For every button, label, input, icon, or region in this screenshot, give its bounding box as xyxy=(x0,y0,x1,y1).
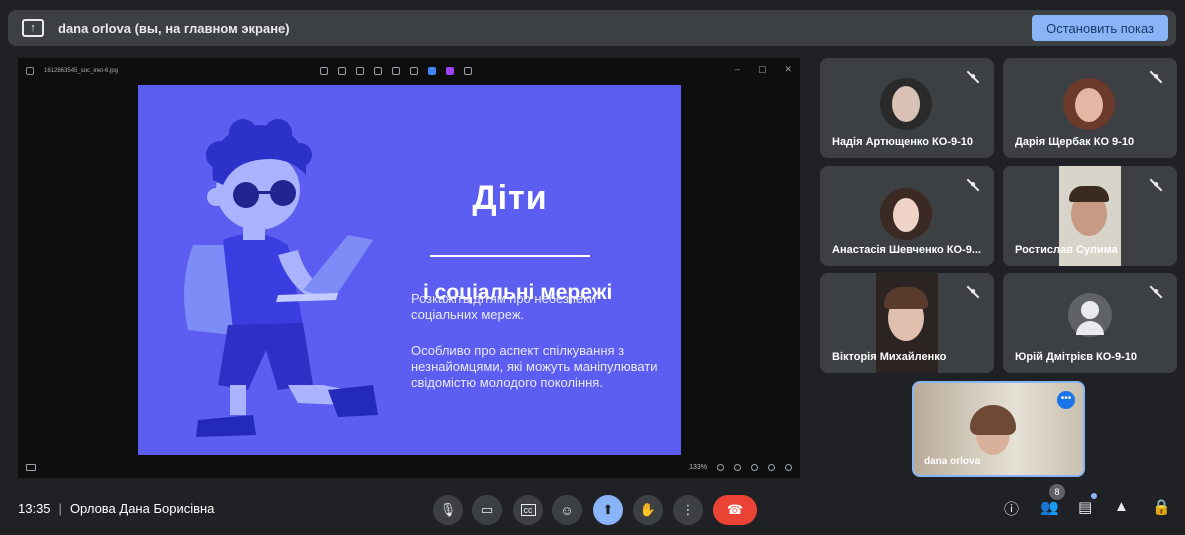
minimize-icon: – xyxy=(734,64,740,74)
favorite-icon xyxy=(374,67,382,75)
more-options-icon xyxy=(464,67,472,75)
emoji-button[interactable]: ☺ xyxy=(552,495,582,525)
participant-name: Юрій Дмітрієв КО-9-10 xyxy=(1015,351,1137,363)
slide-title-underline xyxy=(430,255,590,257)
mic-off-icon: ● xyxy=(966,70,980,84)
present-screen-icon: ↑ xyxy=(22,19,44,37)
slide-image: Діти і соціальні мережі Розкажіть дітям … xyxy=(138,85,681,455)
close-icon: ✕ xyxy=(784,64,792,74)
stop-presenting-button[interactable]: Остановить показ xyxy=(1032,15,1168,41)
more-options-button[interactable]: ⋮ xyxy=(673,495,703,525)
participant-tile[interactable]: ● Надія Артющенко КО-9-10 xyxy=(820,58,994,158)
mic-off-icon: ● xyxy=(1149,285,1163,299)
rotate-icon xyxy=(338,67,346,75)
mic-off-icon: ● xyxy=(1149,70,1163,84)
mic-off-icon: ● xyxy=(1149,178,1163,192)
clock-time: 13:35 xyxy=(18,501,51,516)
end-call-button[interactable]: ☎ xyxy=(713,495,757,525)
present-button[interactable]: ⬆ xyxy=(593,495,623,525)
participants-count-badge: 8 xyxy=(1049,484,1065,500)
viewer-file-name: 1612863545_soc_inet-6.jpg xyxy=(44,68,119,74)
cloud-icon xyxy=(428,67,436,75)
participant-tile[interactable]: ● Дарія Щербак КО 9-10 xyxy=(1003,58,1177,158)
viewer-window-controls: – ▢ ✕ xyxy=(735,64,792,75)
viewer-app-icon xyxy=(26,67,34,75)
raise-hand-button[interactable]: ✋ xyxy=(633,495,663,525)
zoom-in-icon xyxy=(734,463,741,471)
meeting-info: 13:35 | Орлова Дана Борисівна xyxy=(18,501,214,516)
mic-button[interactable]: 🎙 xyxy=(433,495,463,525)
participant-tile[interactable]: ● Вікторія Михайленко xyxy=(820,273,994,373)
mic-icon: 🎙 xyxy=(439,502,457,517)
slide-paragraph-1: Розкажіть дітям про небезпеки соціальних… xyxy=(411,291,597,322)
camera-button[interactable]: ▭ xyxy=(472,495,502,525)
maximize-icon: ▢ xyxy=(757,64,767,74)
participant-tile[interactable]: ● Юрій Дмітрієв КО-9-10 xyxy=(1003,273,1177,373)
participant-video xyxy=(880,78,932,130)
fit-icon xyxy=(751,463,758,471)
meet-window: ↑ dana orlova (вы, на главном экране) Ос… xyxy=(0,0,1185,535)
mic-off-icon: ● xyxy=(966,178,980,192)
bottom-toolbar: 13:35 | Орлова Дана Борисівна 🎙 ▭ cc ☺ ⬆ ✋… xyxy=(0,488,1185,532)
captions-icon: cc xyxy=(520,504,536,516)
chat-notification-dot xyxy=(1091,493,1097,499)
presenting-bar: ↑ dana orlova (вы, на главном экране) Ос… xyxy=(8,10,1176,46)
participant-name: Анастасія Шевченко КО-9... xyxy=(832,244,981,256)
participant-tile[interactable]: ● Анастасія Шевченко КО-9... xyxy=(820,166,994,266)
more-icon: ⋮ xyxy=(681,502,695,517)
emoji-icon: ☺ xyxy=(560,502,574,518)
participant-tile[interactable]: ● Ростислав Сулима xyxy=(1003,166,1177,266)
end-call-icon: ☎ xyxy=(726,502,744,517)
people-icon[interactable]: 👥 xyxy=(1040,498,1059,516)
info-icon xyxy=(392,67,400,75)
more-options-icon[interactable]: ••• xyxy=(1057,391,1075,409)
zoom-out-icon xyxy=(717,463,724,471)
self-name: dana orlova xyxy=(924,456,981,467)
zoom-controls: 133% xyxy=(689,463,792,471)
participant-name: Надія Артющенко КО-9-10 xyxy=(832,136,974,148)
fullscreen-icon xyxy=(785,463,792,471)
activities-icon[interactable]: ▲ xyxy=(1114,498,1129,515)
edit-icon xyxy=(320,67,328,75)
self-view-tile[interactable]: ••• dana orlova xyxy=(912,381,1085,477)
editor-app-icon xyxy=(446,67,454,75)
presenting-title: dana orlova (вы, на главном экране) xyxy=(58,20,290,36)
image-viewer-statusbar: 133% xyxy=(18,456,800,478)
shared-screen: 1612863545_soc_inet-6.jpg – ▢ ✕ Діти і с… xyxy=(18,58,800,478)
host-controls-icon[interactable]: 🔒 xyxy=(1152,498,1171,516)
default-avatar-icon xyxy=(1068,293,1112,337)
participant-video xyxy=(1063,78,1115,130)
separator: | xyxy=(58,501,62,516)
participant-name: Вікторія Михайленко xyxy=(832,351,947,363)
delete-icon xyxy=(356,67,364,75)
info-icon[interactable]: ⓘ xyxy=(1004,498,1019,519)
meeting-name: Орлова Дана Борисівна xyxy=(69,501,215,516)
mic-off-icon: ● xyxy=(966,285,980,299)
slide-title-main: Діти xyxy=(472,179,548,217)
camera-icon: ▭ xyxy=(480,502,494,517)
print-icon xyxy=(410,67,418,75)
boy-with-laptop-illustration xyxy=(184,119,378,437)
chat-icon[interactable]: ▤ xyxy=(1078,498,1092,516)
present-icon: ⬆ xyxy=(602,502,614,517)
participant-video xyxy=(880,188,932,240)
actual-size-icon xyxy=(768,463,775,471)
slide-paragraph-2: Особливо про аспект спілкування з незнай… xyxy=(411,343,658,390)
hand-icon: ✋ xyxy=(639,502,657,517)
viewer-tools xyxy=(320,67,472,75)
captions-button[interactable]: cc xyxy=(513,495,543,525)
participant-name: Дарія Щербак КО 9-10 xyxy=(1015,136,1135,148)
participant-name: Ростислав Сулима xyxy=(1015,244,1118,256)
zoom-level: 133% xyxy=(689,463,707,471)
filmstrip-icon xyxy=(26,463,36,471)
